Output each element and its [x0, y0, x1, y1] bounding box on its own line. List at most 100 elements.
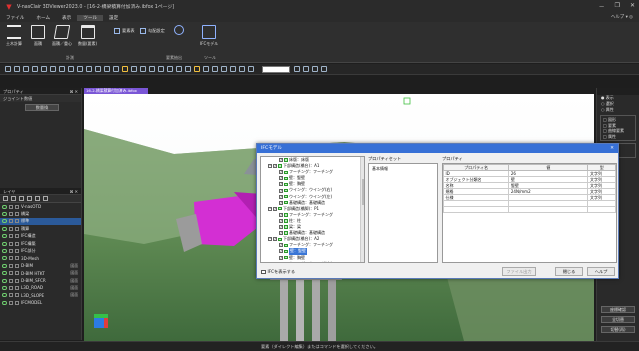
visibility-eye-icon[interactable]: [2, 293, 7, 298]
property-set-item[interactable]: 基本情報: [369, 164, 437, 174]
layer-tool-icon[interactable]: [19, 196, 24, 201]
layer-row[interactable]: L3D_SLOPE 図面: [0, 292, 81, 299]
select-checkbox[interactable]: [15, 249, 19, 254]
ribbon-button-ifc-model[interactable]: IFCモデル: [200, 25, 218, 47]
select-checkbox[interactable]: [15, 234, 19, 239]
expand-toggle-icon[interactable]: −: [268, 206, 272, 211]
tool-icon[interactable]: [176, 66, 182, 72]
layer-tool-icon[interactable]: [27, 196, 32, 201]
tool-icon[interactable]: [158, 66, 164, 72]
tool-icon[interactable]: [140, 66, 146, 72]
ribbon-button-civil-calc[interactable]: 土木計算: [6, 25, 22, 47]
visibility-eye-icon[interactable]: [2, 285, 7, 290]
lock-checkbox[interactable]: [9, 278, 13, 283]
visibility-eye-icon[interactable]: [2, 204, 7, 209]
tool-icon[interactable]: [203, 66, 209, 72]
show-all-checkbox[interactable]: IFCを表示する: [261, 269, 295, 275]
toggle-all-button[interactable]: 全切替: [601, 316, 635, 323]
select-checkbox[interactable]: [15, 256, 19, 261]
toggle-again-button[interactable]: 切替(再): [601, 326, 635, 333]
tool-icon[interactable]: [59, 66, 65, 72]
tool-icon[interactable]: [294, 66, 300, 72]
menu-view[interactable]: 表示: [56, 15, 77, 21]
lock-checkbox[interactable]: [9, 293, 13, 298]
help-menu[interactable]: ヘルプ ▾ ◎: [611, 14, 633, 20]
menu-tools[interactable]: ツール: [77, 14, 104, 21]
select-checkbox[interactable]: [15, 278, 19, 283]
menu-home[interactable]: ホーム: [30, 15, 56, 21]
node-checkbox[interactable]: ✓: [279, 218, 283, 223]
layer-row[interactable]: D-BIM_SFCR 図面: [0, 277, 81, 284]
node-checkbox[interactable]: ✓: [279, 255, 283, 260]
select-checkbox[interactable]: [15, 219, 19, 224]
tool-icon[interactable]: [86, 66, 92, 72]
panel-close-icon[interactable]: ⊠ ✕: [70, 88, 78, 95]
tool-icon[interactable]: [77, 66, 83, 72]
tool-icon[interactable]: [230, 66, 236, 72]
visibility-eye-icon[interactable]: [2, 212, 7, 217]
panel-close-icon[interactable]: ⊠ ✕: [70, 188, 78, 195]
tool-icon[interactable]: [321, 66, 327, 72]
visibility-eye-icon[interactable]: [2, 256, 7, 261]
lock-checkbox[interactable]: [9, 219, 13, 224]
ribbon-button-area-centroid[interactable]: 面積／重心: [52, 25, 72, 47]
select-checkbox[interactable]: [15, 300, 19, 305]
visibility-eye-icon[interactable]: [2, 271, 7, 276]
tool-icon[interactable]: [41, 66, 47, 72]
scrollbar-thumb[interactable]: [361, 179, 364, 205]
minimize-button[interactable]: －: [599, 2, 605, 11]
visibility-eye-icon[interactable]: [2, 226, 7, 231]
select-checkbox[interactable]: [15, 226, 19, 231]
tool-icon[interactable]: [221, 66, 227, 72]
close-button[interactable]: 閉じる: [555, 267, 583, 276]
select-checkbox[interactable]: [15, 204, 19, 209]
layer-tool-icon[interactable]: [3, 196, 8, 201]
node-checkbox[interactable]: ✓: [279, 188, 283, 193]
menu-file[interactable]: ファイル: [0, 15, 30, 21]
select-checkbox[interactable]: [15, 271, 19, 276]
layer-row[interactable]: 橋梁: [0, 210, 81, 217]
tool-icon[interactable]: [32, 66, 38, 72]
lock-checkbox[interactable]: [9, 300, 13, 305]
select-checkbox[interactable]: [15, 241, 19, 246]
lock-checkbox[interactable]: [9, 263, 13, 268]
layer-row[interactable]: IFC構築: [0, 240, 81, 247]
node-checkbox[interactable]: ✓: [279, 182, 283, 187]
node-checkbox[interactable]: ✓: [279, 170, 283, 175]
tool-icon[interactable]: [185, 66, 191, 72]
help-button[interactable]: ヘルプ: [587, 267, 615, 276]
node-checkbox[interactable]: ✓: [279, 261, 283, 262]
tool-icon[interactable]: [113, 66, 119, 72]
node-checkbox[interactable]: ✓: [279, 194, 283, 199]
layer-row[interactable]: IFCMODEL: [0, 299, 81, 306]
tree-scrollbar[interactable]: [360, 157, 364, 262]
element-table-button[interactable]: 要素表: [114, 28, 135, 34]
visibility-eye-icon[interactable]: [2, 234, 7, 239]
checkbox-icon[interactable]: [261, 269, 266, 275]
layer-row[interactable]: IFC構造: [0, 233, 81, 240]
node-checkbox[interactable]: ✓: [279, 249, 283, 254]
ribbon-button-search[interactable]: [174, 25, 184, 35]
layer-tool-icon[interactable]: [11, 196, 16, 201]
view-select[interactable]: [262, 66, 290, 73]
layer-row[interactable]: 標準: [0, 217, 81, 226]
menu-settings[interactable]: 設定: [103, 15, 124, 21]
ribbon-button-quantity[interactable]: 数量(要素): [78, 25, 97, 47]
select-checkbox[interactable]: [15, 293, 19, 298]
tool-icon[interactable]: [104, 66, 110, 72]
lock-checkbox[interactable]: [9, 234, 13, 239]
lock-checkbox[interactable]: [9, 212, 13, 217]
tool-icon[interactable]: [50, 66, 56, 72]
tool-icon[interactable]: [194, 66, 200, 72]
visibility-eye-icon[interactable]: [2, 300, 7, 305]
visibility-eye-icon[interactable]: [2, 241, 7, 246]
tool-icon[interactable]: [239, 66, 245, 72]
node-checkbox[interactable]: ✓: [273, 164, 277, 169]
tool-icon[interactable]: [167, 66, 173, 72]
select-checkbox[interactable]: [15, 285, 19, 290]
file-output-button[interactable]: ファイル出力: [502, 267, 536, 276]
ribbon-button-area[interactable]: 面積: [31, 25, 45, 47]
visibility-eye-icon[interactable]: [2, 263, 7, 268]
axis-gizmo[interactable]: [94, 314, 108, 328]
dialog-close-icon[interactable]: ✕: [610, 144, 614, 153]
